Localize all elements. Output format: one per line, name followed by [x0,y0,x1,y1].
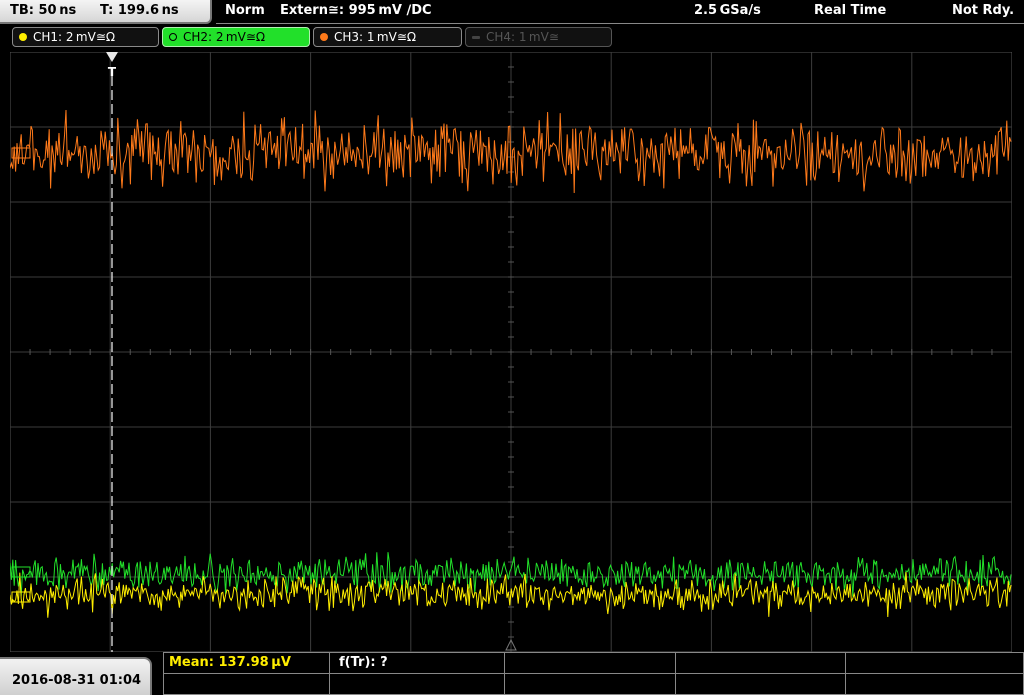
header-divider [216,23,1024,24]
channel-4-label: CH4: 1 mV≅ [486,30,559,44]
measurement-grid [163,652,1024,695]
trigger-marker-label: T [108,65,117,79]
timebase-label: TB: 50 ns [10,3,77,18]
acquisition-mode-label[interactable]: Real Time [814,3,886,18]
trigger-source-label[interactable]: Extern≅: 995 mV ∕DC [280,3,432,18]
channel-1-label: CH1: 2 mV≅Ω [33,30,116,44]
channel-2-indicator-icon [169,33,177,41]
waveform-display[interactable]: T [10,52,1012,652]
measurement-panel[interactable]: Mean: 137.98 μV f(Tr): ? [163,652,1024,695]
timebase-panel[interactable]: TB: 50 ns T: 199.6 ns [0,0,212,24]
channel-4-tab[interactable]: CH4: 1 mV≅ [465,27,612,47]
channel-3-tab[interactable]: CH3: 1 mV≅Ω [313,27,462,47]
channel-2-tab[interactable]: CH2: 2 mV≅Ω [162,27,310,47]
mean-measurement: Mean: 137.98 μV [169,655,291,670]
channel-3-indicator-icon [320,33,328,41]
sample-rate-label[interactable]: 2.5 GSa/s [694,3,761,18]
datetime-label: 2016-08-31 01:04 [12,673,142,688]
trigger-mode-label[interactable]: Norm [225,3,265,18]
channel-1-indicator-icon [19,33,27,41]
channel-1-tab[interactable]: CH1: 2 mV≅Ω [12,27,159,47]
frequency-measurement: f(Tr): ? [339,655,388,670]
datetime-panel: 2016-08-31 01:04 [0,657,152,695]
channel-2-label: CH2: 2 mV≅Ω [183,30,266,44]
channel-3-label: CH3: 1 mV≅Ω [334,30,417,44]
status-bar: TB: 50 ns T: 199.6 ns Norm Extern≅: 995 … [0,0,1024,24]
channel-4-off-icon [472,36,480,39]
run-status-label: Not Rdy. [952,3,1015,18]
trigger-time-label: T: 199.6 ns [100,3,179,18]
